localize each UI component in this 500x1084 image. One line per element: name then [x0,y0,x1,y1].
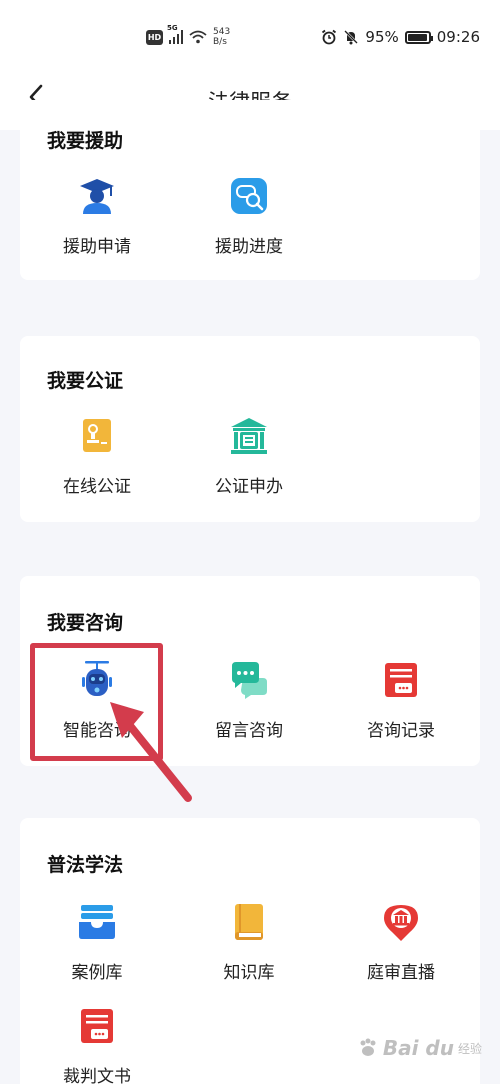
section-consult: 我要咨询 智能咨询 留言咨询 咨询记录 [20,576,480,766]
paw-icon [360,1038,376,1056]
book-icon [229,902,269,942]
document-stamp-icon [77,416,117,456]
section-title-aid: 我要援助 [47,130,124,152]
robot-icon [77,660,117,700]
signal-icon: 5G [167,24,183,44]
notary-building-icon [229,416,269,456]
status-bar: HD 5G 543 B/s 95% 09:26 [0,0,500,72]
aid-apply-button[interactable]: 援助申请 [22,176,172,257]
court-pin-icon [381,902,421,942]
search-chat-icon [229,176,269,216]
section-notary: 我要公证 在线公证 公证申办 [20,336,480,522]
status-left: HD 5G 543 B/s [146,24,230,50]
graduate-icon [77,176,117,216]
section-title-learn: 普法学法 [47,854,124,876]
mute-bell-icon [344,30,359,45]
smart-consult-label: 智能咨询 [63,721,131,741]
inbox-tray-icon [77,902,117,942]
network-type: 5G [167,24,178,32]
net-speed: 543 B/s [213,27,230,47]
online-notary-label: 在线公证 [63,477,131,497]
message-consult-label: 留言咨询 [215,721,283,741]
message-consult-button[interactable]: 留言咨询 [174,660,324,741]
knowledge-base-button[interactable]: 知识库 [174,902,324,983]
battery-fill [407,33,427,41]
net-speed-value: 543 [213,27,231,37]
notary-apply-label: 公证申办 [215,477,283,497]
judgment-docs-button[interactable]: 裁判文书 [22,1006,172,1084]
aid-apply-label: 援助申请 [63,237,131,257]
watermark-sub: 经验 [457,1041,482,1056]
chat-bubbles-icon [229,660,269,700]
record-list-icon [381,660,421,700]
section-title-notary: 我要公证 [47,370,124,392]
knowledge-base-label: 知识库 [223,963,275,983]
aid-progress-label: 援助进度 [215,237,283,257]
notary-apply-button[interactable]: 公证申办 [174,416,324,497]
judgment-docs-label: 裁判文书 [63,1067,131,1084]
case-library-label: 案例库 [71,963,123,983]
battery-icon [404,30,433,44]
wifi-icon [189,30,207,44]
watermark-brand: Bai du [382,1036,454,1060]
case-library-button[interactable]: 案例库 [22,902,172,983]
consult-record-button[interactable]: 咨询记录 [326,660,476,741]
section-aid: 我要援助 援助申请 援助进度 [20,100,480,280]
battery-percent: 95% [365,28,399,46]
hd-badge: HD [146,29,163,45]
status-right: 95% 09:26 [321,26,480,48]
clock: 09:26 [436,28,480,46]
document-list-icon [77,1006,117,1046]
smart-consult-button[interactable]: 智能咨询 [22,660,172,741]
online-notary-button[interactable]: 在线公证 [22,416,172,497]
aid-progress-button[interactable]: 援助进度 [174,176,324,257]
section-title-consult: 我要咨询 [47,612,124,634]
watermark: Bai du 经验 [357,1036,482,1060]
court-live-button[interactable]: 庭审直播 [326,902,476,983]
consult-record-label: 咨询记录 [367,721,435,741]
court-live-label: 庭审直播 [367,963,435,983]
alarm-icon [322,29,337,45]
net-speed-unit: B/s [213,37,227,47]
